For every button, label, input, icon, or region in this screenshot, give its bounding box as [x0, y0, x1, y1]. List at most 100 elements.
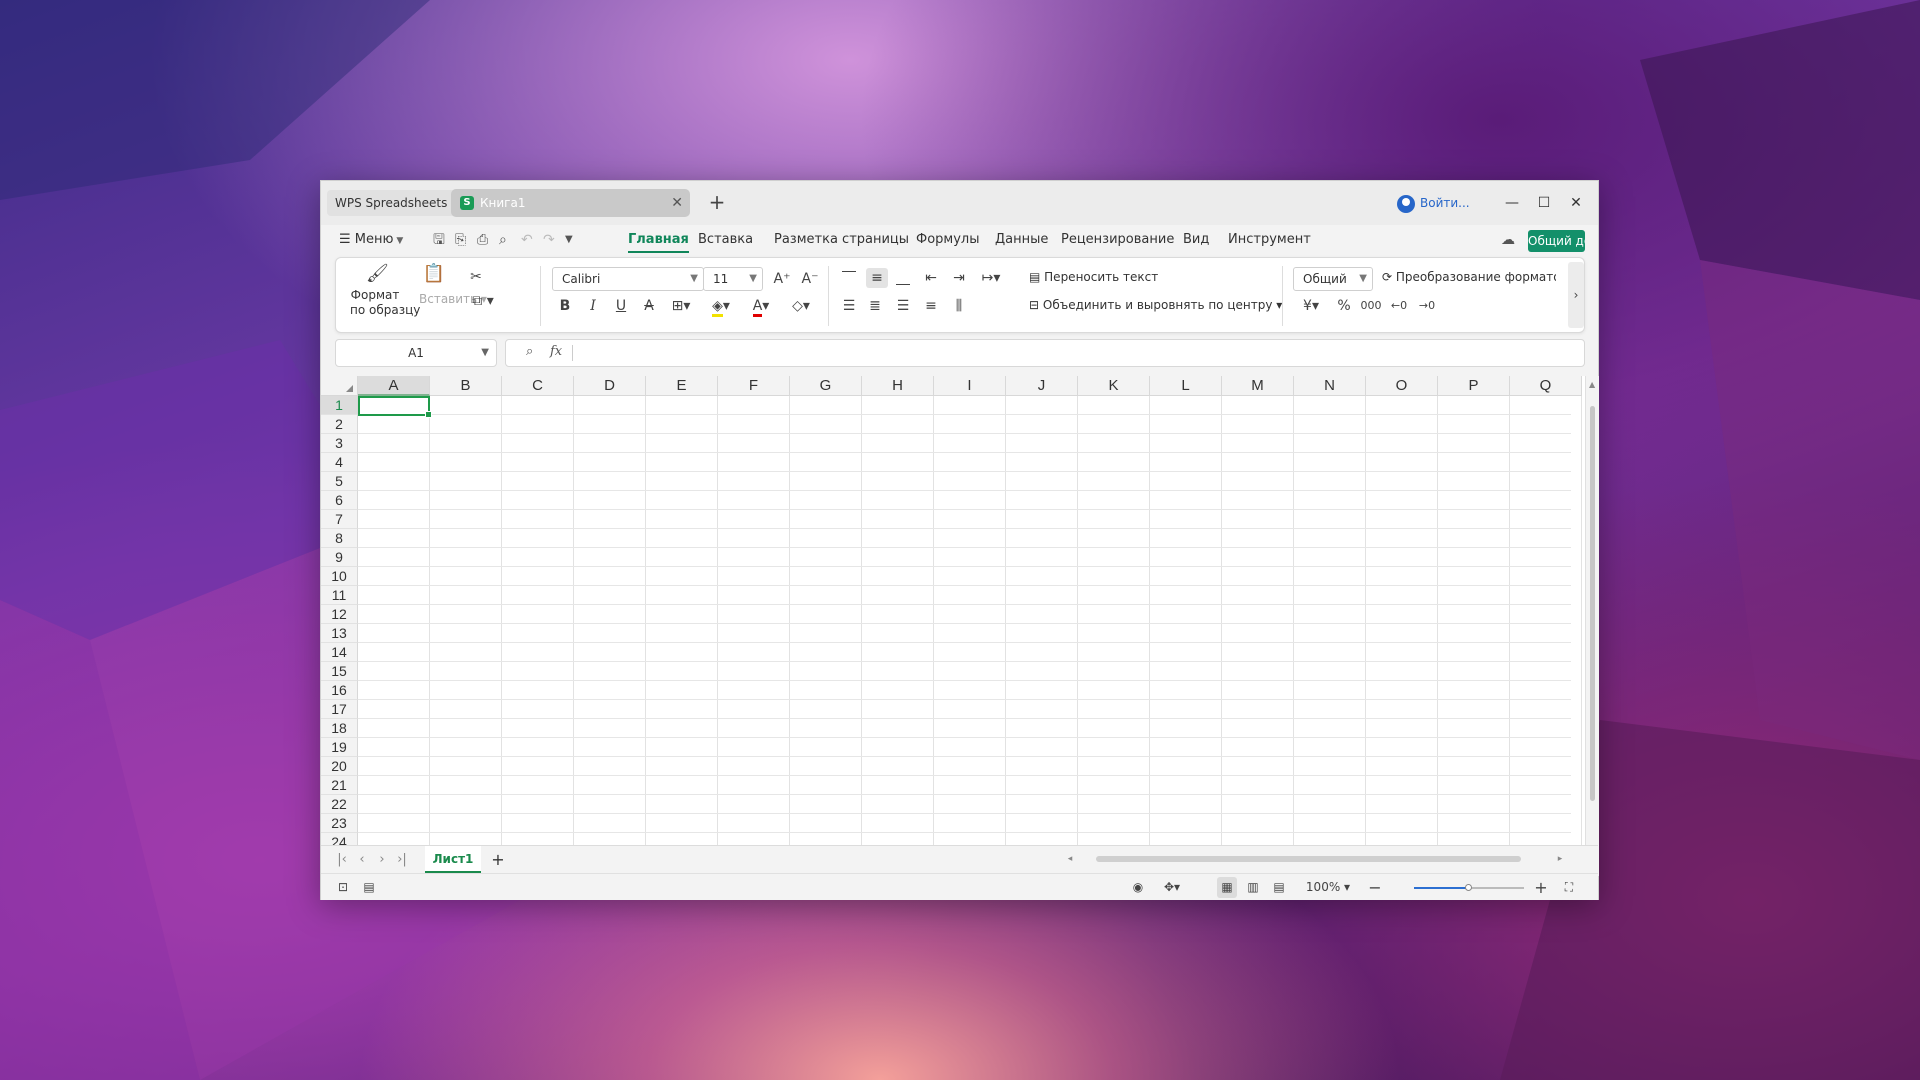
row-header-7[interactable]: 7 — [321, 510, 358, 529]
tab-tools[interactable]: Инструмент — [1228, 225, 1311, 255]
column-header-q[interactable]: Q — [1510, 376, 1582, 396]
column-header-b[interactable]: B — [430, 376, 502, 396]
row-header-21[interactable]: 21 — [321, 776, 358, 795]
undo-icon[interactable]: ↶ — [521, 225, 533, 255]
format-painter-button[interactable]: Формат по образцу — [350, 288, 420, 318]
tab-formulas[interactable]: Формулы — [916, 225, 979, 255]
zoom-in-button[interactable]: + — [1533, 874, 1549, 901]
bold-icon[interactable]: B — [556, 296, 574, 316]
italic-icon[interactable]: I — [584, 296, 602, 316]
row-header-6[interactable]: 6 — [321, 491, 358, 510]
print-preview-icon[interactable]: ⌕ — [499, 225, 507, 255]
column-header-g[interactable]: G — [790, 376, 862, 396]
tab-view[interactable]: Вид — [1183, 225, 1209, 255]
page-break-view-icon[interactable]: ▤ — [1269, 874, 1289, 901]
macro-record-icon[interactable]: ⊡ — [335, 874, 351, 901]
close-tab-icon[interactable]: ✕ — [671, 189, 683, 217]
horizontal-scroll-thumb[interactable] — [1096, 856, 1521, 862]
column-header-h[interactable]: H — [862, 376, 934, 396]
prev-sheet-icon[interactable]: ‹ — [355, 846, 369, 873]
minimize-button[interactable]: — — [1498, 190, 1526, 216]
zoom-select[interactable]: 100% ▾ — [1303, 874, 1353, 901]
row-header-12[interactable]: 12 — [321, 605, 358, 624]
column-header-n[interactable]: N — [1294, 376, 1366, 396]
zoom-search-icon[interactable]: ⌕ — [526, 344, 533, 359]
align-center-icon[interactable]: ≣ — [866, 296, 884, 316]
column-header-i[interactable]: I — [934, 376, 1006, 396]
row-header-15[interactable]: 15 — [321, 662, 358, 681]
fill-color-icon[interactable]: ◈▾ — [706, 296, 736, 317]
row-header-16[interactable]: 16 — [321, 681, 358, 700]
zoom-out-button[interactable]: − — [1367, 874, 1383, 901]
fullscreen-icon[interactable]: ⛶ — [1561, 874, 1577, 901]
maximize-button[interactable]: ☐ — [1530, 190, 1558, 216]
row-header-1[interactable]: 1 — [321, 396, 358, 415]
tab-review[interactable]: Рецензирование — [1061, 225, 1174, 255]
scroll-up-icon[interactable]: ▲ — [1589, 380, 1595, 389]
decrease-font-icon[interactable]: A⁻ — [800, 269, 820, 289]
ribbon-scroll-right-icon[interactable]: › — [1568, 262, 1584, 328]
page-layout-view-icon[interactable]: ▥ — [1243, 874, 1263, 901]
text-direction-icon[interactable]: ↦▾ — [976, 268, 1006, 288]
new-tab-button[interactable]: + — [704, 189, 730, 215]
select-all-corner[interactable] — [321, 376, 358, 396]
scroll-left-icon[interactable]: ◂ — [1065, 846, 1075, 873]
align-bottom-icon[interactable]: ⎽ — [894, 268, 912, 288]
currency-icon[interactable]: ¥▾ — [1296, 296, 1326, 316]
eye-protection-icon[interactable]: ◉ — [1129, 874, 1147, 901]
zoom-slider[interactable] — [1414, 884, 1524, 891]
normal-view-icon[interactable]: ▦ — [1217, 877, 1237, 898]
formula-input[interactable]: ⌕ fx — [505, 339, 1585, 367]
underline-icon[interactable]: U — [612, 296, 630, 316]
column-header-c[interactable]: C — [502, 376, 574, 396]
font-size-select[interactable]: 11 ▼ — [703, 267, 763, 291]
increase-indent-icon[interactable]: ⇥ — [950, 268, 968, 288]
wrap-text-button[interactable]: ▤ Переносить текст — [1029, 270, 1158, 284]
align-left-icon[interactable]: ☰ — [840, 296, 858, 316]
reading-mode-icon[interactable]: ✥▾ — [1157, 874, 1187, 901]
column-header-k[interactable]: K — [1078, 376, 1150, 396]
quick-access-more-icon[interactable]: ▼ — [565, 225, 573, 255]
export-pdf-icon[interactable]: ⎘ — [455, 225, 466, 255]
column-header-l[interactable]: L — [1150, 376, 1222, 396]
number-format-select[interactable]: Общий ▼ — [1293, 267, 1373, 291]
column-header-p[interactable]: P — [1438, 376, 1510, 396]
tab-data[interactable]: Данные — [995, 225, 1048, 255]
justify-icon[interactable]: ≡ — [922, 296, 940, 316]
row-header-14[interactable]: 14 — [321, 643, 358, 662]
row-header-9[interactable]: 9 — [321, 548, 358, 567]
row-header-18[interactable]: 18 — [321, 719, 358, 738]
align-top-icon[interactable]: ⎺ — [840, 268, 858, 288]
merge-center-button[interactable]: ⊟ Объединить и выровнять по центру ▾ — [1029, 298, 1282, 312]
cut-icon[interactable]: ✂ — [466, 267, 486, 287]
last-sheet-icon[interactable]: ›| — [395, 846, 409, 873]
share-button[interactable]: Общий доступ — [1528, 230, 1585, 252]
row-header-4[interactable]: 4 — [321, 453, 358, 472]
column-header-e[interactable]: E — [646, 376, 718, 396]
column-header-a[interactable]: A — [358, 376, 430, 396]
distributed-align-icon[interactable]: ⫼ — [950, 296, 968, 316]
align-middle-icon[interactable]: ≡ — [866, 268, 888, 288]
strikethrough-icon[interactable]: A — [640, 296, 658, 316]
vertical-scrollbar[interactable]: ▲ ▼ — [1585, 376, 1599, 876]
column-header-f[interactable]: F — [718, 376, 790, 396]
clear-icon[interactable]: ◇▾ — [786, 296, 816, 316]
row-header-3[interactable]: 3 — [321, 434, 358, 453]
percent-icon[interactable]: % — [1334, 296, 1354, 316]
row-header-2[interactable]: 2 — [321, 415, 358, 434]
copy-icon[interactable]: ⧉ ▾ — [466, 291, 500, 311]
column-header-o[interactable]: O — [1366, 376, 1438, 396]
sheet-settings-icon[interactable]: ▤ — [361, 874, 377, 901]
zoom-slider-knob[interactable] — [1465, 884, 1472, 891]
thousands-separator-icon[interactable]: 000 — [1360, 296, 1382, 316]
vertical-scroll-thumb[interactable] — [1590, 406, 1595, 801]
font-color-icon[interactable]: A▾ — [746, 296, 776, 317]
tab-document[interactable]: S Книга1 ✕ — [451, 189, 690, 217]
column-header-m[interactable]: M — [1222, 376, 1294, 396]
active-cell[interactable] — [358, 396, 432, 418]
next-sheet-icon[interactable]: › — [375, 846, 389, 873]
tab-wps-home[interactable]: WPS Spreadsheets — [327, 190, 456, 216]
first-sheet-icon[interactable]: |‹ — [335, 846, 349, 873]
row-header-10[interactable]: 10 — [321, 567, 358, 586]
decrease-decimal-icon[interactable]: →0 — [1416, 296, 1438, 316]
